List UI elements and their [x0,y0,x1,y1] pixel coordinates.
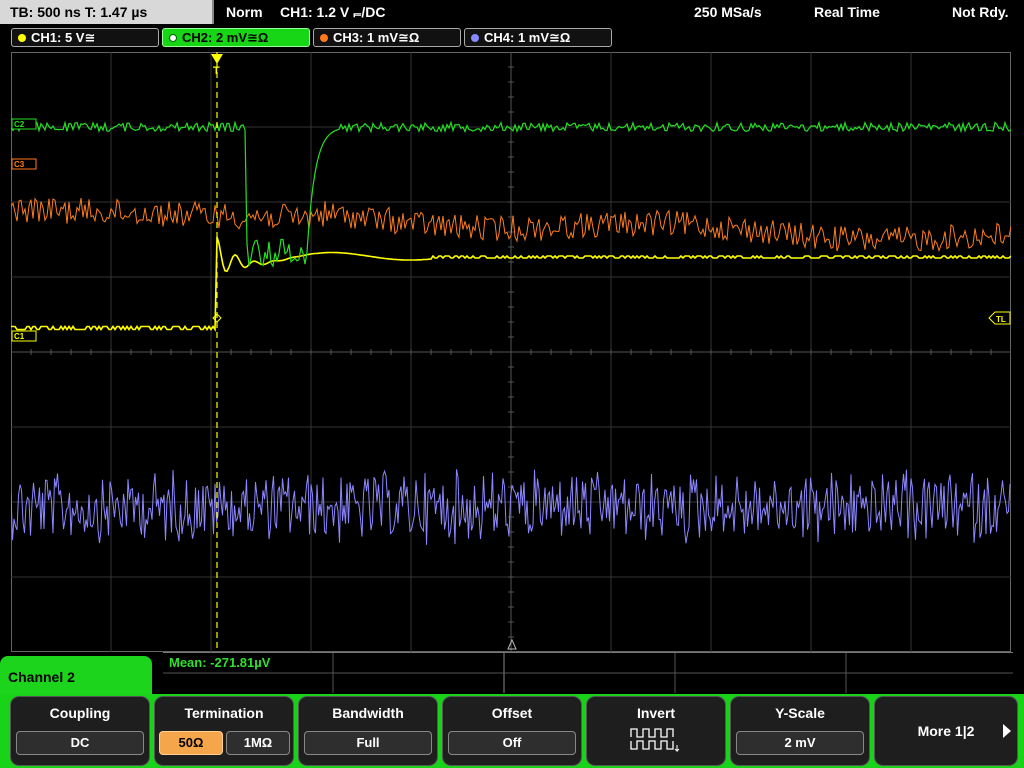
invert-title: Invert [636,705,676,721]
timebase-readout[interactable]: TB: 500 ns T: 1.47 µs [0,0,214,24]
mean-measurement[interactable]: Mean: -271.81µV [169,655,270,670]
termination-50ohm-button[interactable]: 50Ω [159,731,223,755]
c1-marker-label: C1 [14,332,25,341]
invert-waveform-icon [630,728,680,753]
measurement-grid [163,653,1013,693]
offset-softkey[interactable]: Offset Off [442,696,582,766]
ch3-color-dot [320,34,328,42]
c2-marker-label: C2 [14,120,25,129]
trigger-info[interactable]: CH1: 1.2 V ⫭/DC [280,0,385,24]
c2-ground-marker[interactable]: C2 [11,118,37,130]
yscale-title: Y-Scale [775,705,825,721]
termination-softkey[interactable]: Termination 50Ω 1MΩ [154,696,294,766]
bandwidth-value-button[interactable]: Full [304,731,432,755]
offset-value-button[interactable]: Off [448,731,576,755]
acquisition-mode[interactable]: Real Time [814,0,880,24]
invert-softkey[interactable]: Invert [586,696,726,766]
time-reference-marker [507,638,517,650]
menu-title: Channel 2 [0,656,152,698]
tl-marker-label: TL [996,315,1006,324]
bandwidth-softkey[interactable]: Bandwidth Full [298,696,438,766]
ch1-label: CH1: 5 V≅ [31,30,96,45]
channel-tab-ch1[interactable]: CH1: 5 V≅ [11,28,159,47]
channel-tab-ch4[interactable]: CH4: 1 mV≅Ω [464,28,612,47]
waveform-svg: T C2 C3 C1 TL [11,52,1011,652]
c3-marker-label: C3 [14,160,25,169]
yscale-softkey[interactable]: Y-Scale 2 mV [730,696,870,766]
measurement-bar: Mean: -271.81µV [163,652,1013,693]
ch4-color-dot [471,34,479,42]
status-bar: TB: 500 ns T: 1.47 µs Norm CH1: 1.2 V ⫭/… [0,0,1024,26]
ch4-label: CH4: 1 mV≅Ω [484,30,571,45]
channel-tabs: CH1: 5 V≅ CH2: 2 mV≅Ω CH3: 1 mV≅Ω CH4: 1… [0,26,1024,50]
offset-title: Offset [491,705,533,721]
c1-ground-marker[interactable]: C1 [11,330,37,342]
ch3-label: CH3: 1 mV≅Ω [333,30,420,45]
trigger-level-marker[interactable]: TL [988,311,1011,325]
coupling-value-button[interactable]: DC [16,731,144,755]
more-label: More 1|2 [917,723,975,739]
trigger-mode[interactable]: Norm [226,0,263,24]
ch1-color-dot [18,34,26,42]
trigger-marker-label: T [213,65,220,77]
more-softkey[interactable]: More 1|2 [874,696,1018,766]
termination-title: Termination [184,705,264,721]
coupling-title: Coupling [49,705,111,721]
c3-ground-marker[interactable]: C3 [11,158,37,170]
ch2-color-dot [169,34,177,42]
channel-tab-ch2[interactable]: CH2: 2 mV≅Ω [162,28,310,47]
coupling-softkey[interactable]: Coupling DC [10,696,150,766]
waveform-display[interactable]: T C2 C3 C1 TL [11,52,1011,652]
acquisition-status: Not Rdy. [952,4,1009,20]
channel-tab-ch3[interactable]: CH3: 1 mV≅Ω [313,28,461,47]
bandwidth-title: Bandwidth [332,705,404,721]
graticule-grid [11,52,1011,652]
yscale-value-button[interactable]: 2 mV [736,731,864,755]
sample-rate: 250 MSa/s [694,4,762,20]
termination-1mohm-button[interactable]: 1MΩ [226,731,290,755]
trigger-position-marker[interactable] [211,54,223,64]
ch2-label: CH2: 2 mV≅Ω [182,30,269,45]
more-arrow-icon [1003,724,1011,738]
